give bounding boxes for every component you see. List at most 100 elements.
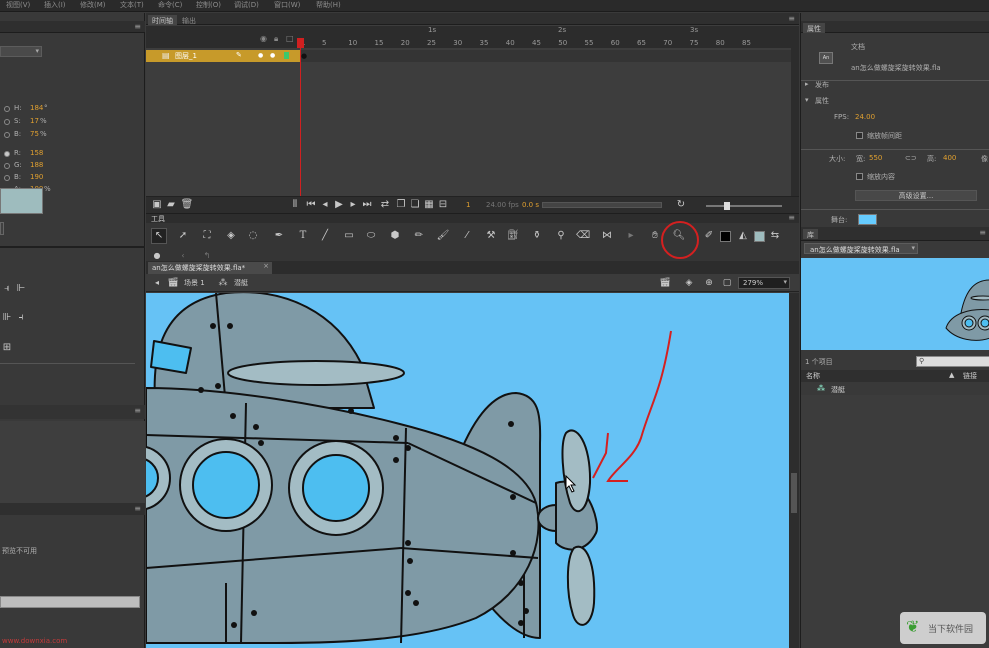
width-tool-icon[interactable]: ⋈ — [600, 229, 614, 243]
pen-icon[interactable]: ✒ — [272, 229, 286, 243]
radio-blue[interactable] — [4, 175, 10, 181]
align-left-icon[interactable]: ⫣ — [0, 282, 14, 296]
radio-g[interactable] — [4, 163, 10, 169]
width-value[interactable]: 550 — [869, 154, 882, 162]
color-type-dropdown[interactable]: ▾ — [0, 46, 42, 57]
distribute-center-icon[interactable]: ⫞ — [14, 311, 28, 325]
tab-timeline[interactable]: 时间轴 — [148, 15, 177, 25]
tab-properties[interactable]: 属性 — [803, 23, 825, 33]
playhead-handle[interactable] — [297, 38, 304, 48]
align-hcenter-icon[interactable]: ⊩ — [14, 282, 28, 296]
stroke-color-swatch[interactable] — [720, 231, 731, 242]
free-transform-icon[interactable]: ⛶ — [200, 229, 214, 243]
onion-outline-icon[interactable]: ❏ — [408, 198, 422, 212]
stage-color-swatch[interactable] — [858, 214, 877, 225]
add-swatch-button[interactable] — [0, 222, 4, 235]
props-section[interactable]: 属性 — [815, 96, 829, 106]
menu-text[interactable]: 文本(T) — [120, 0, 144, 10]
panel-menu-icon[interactable]: ≡ — [134, 504, 141, 513]
brush-icon[interactable]: 🖌︎ — [436, 229, 450, 243]
frame-ruler[interactable]: ◉ 🔒︎ □ 1s 2s 3s 151015202530354045505560… — [146, 26, 791, 48]
panel-menu-icon[interactable]: ≡ — [134, 406, 141, 415]
layer-visible-dot[interactable]: ● — [258, 52, 263, 59]
h-value[interactable]: 184 — [30, 104, 43, 112]
hand-icon[interactable]: ✋︎ — [648, 229, 662, 243]
fps-readout[interactable]: 24.00 fps — [486, 201, 519, 209]
oval-icon[interactable]: ⬭ — [364, 229, 378, 243]
prev-frame-icon[interactable]: ◂ — [318, 198, 332, 212]
menu-command[interactable]: 命令(C) — [158, 0, 182, 10]
panel-menu-icon[interactable]: ≡ — [979, 228, 986, 237]
layer-lock-dot[interactable]: ● — [270, 52, 275, 59]
menu-window[interactable]: 窗口(W) — [274, 0, 300, 10]
s-value[interactable]: 17 — [30, 117, 39, 125]
link-dimensions-icon[interactable]: ⊂⊃ — [905, 154, 917, 162]
current-frame[interactable]: 1 — [466, 201, 470, 209]
onion-skin-icon[interactable]: ❐ — [394, 198, 408, 212]
scale-content-checkbox[interactable] — [856, 173, 863, 180]
center-stage-icon[interactable]: ⊕ — [702, 276, 716, 290]
3d-rotation-icon[interactable]: ◈ — [224, 229, 238, 243]
distribute-left-icon[interactable]: ⊪ — [0, 311, 14, 325]
radio-s[interactable] — [4, 119, 10, 125]
edit-multiple-icon[interactable]: ▦ — [422, 198, 436, 212]
stage-vscroll[interactable] — [789, 293, 799, 648]
advanced-settings-button[interactable]: 高级设置... — [855, 190, 977, 201]
timeline-scrollbar[interactable] — [791, 26, 799, 199]
radio-h[interactable] — [4, 106, 10, 112]
selection-tool[interactable]: ↖ — [151, 228, 167, 244]
back-arrow-icon[interactable]: ◂ — [150, 276, 164, 290]
subselection-icon[interactable]: ➚ — [176, 229, 190, 243]
panel-menu-icon[interactable]: ≡ — [788, 14, 795, 23]
center-frame-icon[interactable]: ⫴ — [288, 198, 302, 212]
edit-symbols-icon[interactable]: ◈ — [682, 276, 696, 290]
scroll-to-playhead-icon[interactable]: ↻ — [674, 198, 688, 212]
menu-debug[interactable]: 调试(D) — [234, 0, 259, 10]
fill-color-icon[interactable]: ◭ — [736, 229, 750, 243]
layer-row-highlight[interactable]: ▤ 图层_1 ✎ ● ● — [146, 50, 300, 62]
col-name[interactable]: 名称 — [806, 371, 820, 381]
sort-icon[interactable]: ▲ — [949, 371, 954, 379]
close-icon[interactable]: × — [263, 262, 269, 270]
menu-control[interactable]: 控制(O) — [196, 0, 221, 10]
paint-brush-icon[interactable]: ⁄ — [460, 229, 474, 243]
play-icon[interactable]: ▶ — [332, 198, 346, 212]
panel-menu-icon[interactable]: ≡ — [788, 213, 795, 222]
layer-outline-color[interactable] — [284, 52, 289, 59]
layer-name[interactable]: 图层_1 — [175, 51, 197, 61]
color-swatch[interactable] — [0, 188, 43, 214]
document-tab[interactable]: an怎么做螺旋桨旋转效果.fla* × — [148, 262, 272, 274]
next-frame-icon[interactable]: ▸ — [346, 198, 360, 212]
timeline-hscroll[interactable] — [542, 202, 662, 208]
publish-section[interactable]: 发布 — [815, 80, 829, 90]
g-value[interactable]: 188 — [30, 161, 43, 169]
pencil-icon[interactable]: ✏ — [412, 229, 426, 243]
b-value[interactable]: 75 — [30, 130, 39, 138]
keyframe-dot[interactable]: ● — [301, 52, 307, 60]
frame-size-slider[interactable] — [706, 205, 782, 207]
playhead[interactable] — [300, 38, 301, 211]
line-tool-icon[interactable]: ╱ — [318, 229, 332, 243]
menu-insert[interactable]: 插入(I) — [44, 0, 66, 10]
scene-label[interactable]: 场景 1 — [184, 278, 205, 288]
menu-modify[interactable]: 修改(M) — [80, 0, 106, 10]
panel-menu-icon[interactable]: ≡ — [134, 22, 141, 31]
onion-markers-icon[interactable]: ⊟ — [436, 198, 450, 212]
last-frame-icon[interactable]: ⏭ — [360, 198, 374, 212]
fps-value[interactable]: 24.00 — [855, 113, 875, 121]
time-readout[interactable]: 0.0 s — [522, 201, 539, 209]
eraser-icon[interactable]: ⌫ — [576, 229, 590, 243]
outline-icon[interactable]: □ — [286, 34, 294, 43]
eyedropper-icon[interactable]: ⚲ — [554, 229, 568, 243]
stage[interactable] — [146, 293, 789, 648]
camera-icon[interactable]: ▸ — [624, 229, 638, 243]
blue-value[interactable]: 190 — [30, 173, 43, 181]
r-value[interactable]: 158 — [30, 149, 43, 157]
props-collapse-icon[interactable]: ▾ — [805, 96, 809, 104]
radio-r[interactable] — [4, 151, 10, 157]
library-item[interactable]: ⁂ 潜艇 — [801, 383, 989, 395]
swap-colors-icon[interactable]: ⇆ — [768, 229, 782, 243]
match-size-icon[interactable]: ⊞ — [0, 341, 14, 355]
paint-bucket-icon[interactable]: ⛽︎ — [506, 229, 520, 243]
menu-help[interactable]: 帮助(H) — [316, 0, 341, 10]
